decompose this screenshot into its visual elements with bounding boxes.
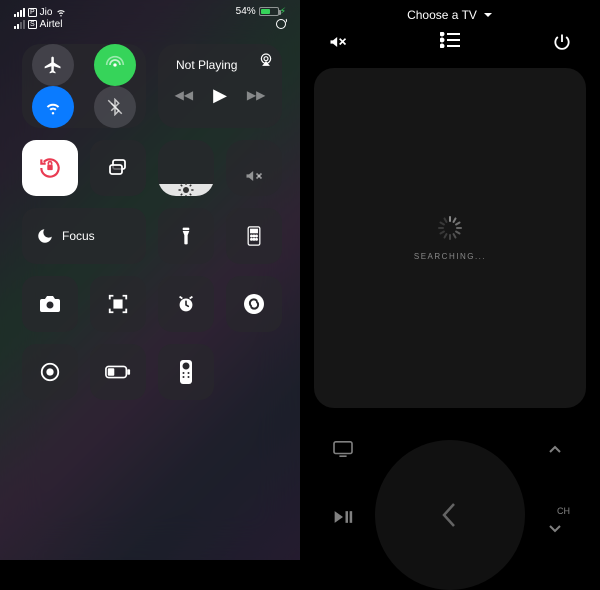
chevron-down-icon — [483, 10, 493, 20]
tv-app-button[interactable] — [318, 428, 368, 470]
tv-icon — [332, 440, 354, 458]
shazam-icon — [242, 292, 266, 316]
connectivity-cluster[interactable] — [22, 44, 146, 128]
power-icon — [552, 32, 572, 52]
screen-record-button[interactable] — [22, 344, 78, 400]
battery-icon — [259, 7, 279, 16]
battery-percent: 54% — [236, 6, 256, 17]
calculator-icon — [244, 224, 264, 248]
power-button[interactable] — [552, 32, 572, 52]
sim2-badge: S — [28, 20, 37, 29]
carrier2-label: Airtel — [40, 19, 63, 30]
calculator-button[interactable] — [226, 208, 282, 264]
play-button[interactable]: ▶ — [213, 85, 227, 106]
status-bar: P Jio S Airtel 54% ⚡︎ — [0, 0, 300, 32]
airplane-icon — [43, 55, 63, 75]
mute-icon — [244, 166, 264, 186]
alarm-button[interactable] — [158, 276, 214, 332]
camera-button[interactable] — [22, 276, 78, 332]
volume-slider[interactable] — [226, 140, 282, 196]
apple-tv-remote-button[interactable] — [158, 344, 214, 400]
airplane-mode-toggle[interactable] — [32, 44, 74, 86]
directional-pad[interactable] — [375, 440, 525, 590]
flashlight-button[interactable] — [158, 208, 214, 264]
record-icon — [39, 361, 61, 383]
alarm-icon — [175, 293, 197, 315]
channel-up-button[interactable] — [530, 428, 580, 470]
sim1-badge: P — [28, 8, 37, 17]
low-power-button[interactable] — [90, 344, 146, 400]
brightness-icon — [177, 181, 195, 196]
next-track-button[interactable]: ▶▶ — [247, 88, 265, 102]
play-pause-icon — [333, 509, 353, 525]
wifi-icon — [43, 97, 63, 117]
bluetooth-toggle[interactable] — [94, 86, 136, 128]
channel-down-button[interactable] — [530, 508, 580, 550]
cellular-icon — [105, 55, 125, 75]
rotation-lock-icon — [37, 155, 63, 181]
qr-icon — [107, 293, 129, 315]
now-playing-tile[interactable]: Not Playing ◀◀ ▶ ▶▶ — [158, 44, 282, 128]
bluetooth-icon — [106, 98, 124, 116]
cellular-data-toggle[interactable] — [94, 44, 136, 86]
moon-icon — [36, 227, 54, 245]
rotation-lock-toggle[interactable] — [22, 140, 78, 196]
shazam-button[interactable] — [226, 276, 282, 332]
choose-tv-button[interactable]: Choose a TV — [300, 0, 600, 28]
brightness-slider[interactable] — [158, 140, 214, 196]
screen-mirroring-button[interactable] — [90, 140, 146, 196]
screen-mirroring-icon — [106, 156, 130, 180]
chevron-left-icon — [440, 500, 460, 530]
list-icon — [440, 32, 460, 48]
loading-spinner — [438, 216, 462, 240]
focus-label: Focus — [62, 229, 95, 243]
wifi-toggle[interactable] — [32, 86, 74, 128]
chevron-up-icon — [548, 444, 562, 454]
previous-track-button[interactable]: ◀◀ — [175, 88, 193, 102]
carrier1-label: Jio — [40, 7, 53, 18]
flashlight-icon — [176, 224, 196, 248]
remote-icon — [179, 359, 193, 385]
camera-icon — [38, 294, 62, 314]
airplay-icon[interactable] — [258, 52, 274, 68]
location-services-icon — [276, 19, 286, 29]
searching-label: SEARCHING... — [414, 252, 486, 261]
control-center-grid: Not Playing ◀◀ ▶ ▶▶ Focus — [0, 32, 300, 410]
wifi-icon — [55, 6, 67, 18]
focus-tile[interactable]: Focus — [22, 208, 146, 264]
remote-touchpad[interactable]: SEARCHING... — [314, 68, 586, 408]
menu-list-button[interactable] — [440, 32, 460, 52]
play-pause-button[interactable] — [318, 496, 368, 538]
mute-button[interactable] — [328, 32, 348, 52]
low-power-icon — [105, 365, 131, 379]
speaker-mute-icon — [328, 32, 348, 52]
choose-tv-label: Choose a TV — [407, 8, 477, 22]
now-playing-label: Not Playing — [176, 58, 270, 72]
chevron-down-icon — [548, 524, 562, 534]
qr-scanner-button[interactable] — [90, 276, 146, 332]
